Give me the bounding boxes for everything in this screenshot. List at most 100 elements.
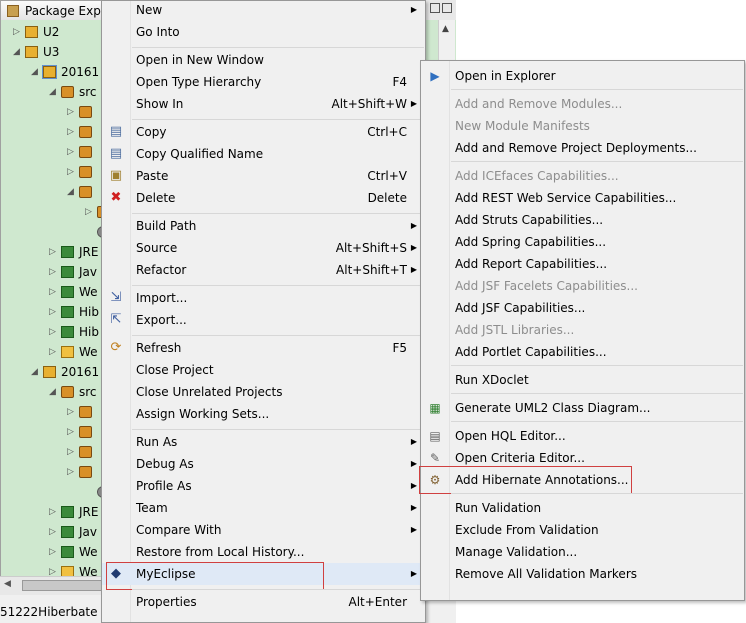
- submenu-item-add-spring-capabilities[interactable]: Add Spring Capabilities...: [421, 231, 744, 253]
- tree-item[interactable]: ▷ We: [1, 562, 103, 576]
- expand-icon[interactable]: ▷: [49, 522, 56, 542]
- menu-item-profile-as[interactable]: Profile As ▶: [102, 475, 425, 497]
- tree-item[interactable]: ▷ Jav: [1, 262, 103, 282]
- expand-icon[interactable]: ▷: [49, 282, 56, 302]
- expand-icon[interactable]: ▷: [49, 262, 56, 282]
- menu-item-show-in[interactable]: Show In Alt+Shift+W ▶: [102, 93, 425, 115]
- menu-item-myeclipse[interactable]: ◆ MyEclipse ▶: [102, 563, 425, 585]
- tree-item[interactable]: ▷ We: [1, 282, 103, 302]
- tree-item[interactable]: ▷ Hib: [1, 322, 103, 342]
- collapse-icon[interactable]: ◢: [13, 42, 20, 62]
- minimize-icon[interactable]: [430, 3, 440, 13]
- expand-icon[interactable]: ▷: [67, 142, 74, 162]
- tree-item[interactable]: ▷: [1, 142, 103, 162]
- menu-item-go-into[interactable]: Go Into: [102, 21, 425, 43]
- collapse-icon[interactable]: ◢: [67, 182, 74, 202]
- tree-item[interactable]: ◢ src: [1, 82, 103, 102]
- submenu-item-add-portlet-capabilities[interactable]: Add Portlet Capabilities...: [421, 341, 744, 363]
- tree-item[interactable]: [1, 482, 103, 502]
- collapse-icon[interactable]: ◢: [49, 82, 56, 102]
- menu-item-paste[interactable]: ▣ Paste Ctrl+V: [102, 165, 425, 187]
- submenu-item-generate-uml2-class-diagram[interactable]: ▦ Generate UML2 Class Diagram...: [421, 397, 744, 419]
- menu-item-run-as[interactable]: Run As ▶: [102, 431, 425, 453]
- expand-icon[interactable]: ▷: [49, 342, 56, 362]
- menu-item-open-type-hierarchy[interactable]: Open Type Hierarchy F4: [102, 71, 425, 93]
- submenu-item-exclude-from-validation[interactable]: Exclude From Validation: [421, 519, 744, 541]
- expand-icon[interactable]: ▷: [49, 242, 56, 262]
- menu-item-team[interactable]: Team ▶: [102, 497, 425, 519]
- menu-item-open-in-new-window[interactable]: Open in New Window: [102, 49, 425, 71]
- menu-item-restore-from-local-history[interactable]: Restore from Local History...: [102, 541, 425, 563]
- expand-icon[interactable]: ▷: [49, 322, 56, 342]
- tree-item[interactable]: ▷ Jav: [1, 522, 103, 542]
- expand-icon[interactable]: ▷: [49, 542, 56, 562]
- tree-item[interactable]: ▷ We: [1, 342, 103, 362]
- tree-item[interactable]: ▷ We: [1, 542, 103, 562]
- tree-item[interactable]: ▷: [1, 402, 103, 422]
- submenu-item-add-and-remove-project-deployments[interactable]: Add and Remove Project Deployments...: [421, 137, 744, 159]
- tree-item[interactable]: ▷: [1, 202, 103, 222]
- menu-item-compare-with[interactable]: Compare With ▶: [102, 519, 425, 541]
- collapse-icon[interactable]: ◢: [49, 382, 56, 402]
- submenu-item-add-report-capabilities[interactable]: Add Report Capabilities...: [421, 253, 744, 275]
- menu-item-debug-as[interactable]: Debug As ▶: [102, 453, 425, 475]
- expand-icon[interactable]: ▷: [49, 502, 56, 522]
- horizontal-scroll-thumb[interactable]: [22, 580, 102, 591]
- expand-icon[interactable]: ▷: [67, 442, 74, 462]
- expand-icon[interactable]: ▷: [67, 162, 74, 182]
- expand-icon[interactable]: ▷: [13, 22, 20, 42]
- tree-item[interactable]: ▷ JRE: [1, 242, 103, 262]
- menu-item-delete[interactable]: ✖ Delete Delete: [102, 187, 425, 209]
- maximize-icon[interactable]: [442, 3, 452, 13]
- tree-item[interactable]: ▷: [1, 422, 103, 442]
- tree-item[interactable]: ◢ 20161: [1, 62, 103, 82]
- expand-icon[interactable]: ▷: [67, 422, 74, 442]
- submenu-item-run-xdoclet[interactable]: Run XDoclet: [421, 369, 744, 391]
- expand-icon[interactable]: ▷: [67, 102, 74, 122]
- tree-item[interactable]: [1, 222, 103, 242]
- tree-item[interactable]: ▷ U2: [1, 22, 103, 42]
- tree-item[interactable]: ▷: [1, 162, 103, 182]
- tree-item[interactable]: ◢: [1, 182, 103, 202]
- expand-icon[interactable]: ▷: [67, 462, 74, 482]
- collapse-icon[interactable]: ◢: [31, 62, 38, 82]
- submenu-item-add-hibernate-annotations[interactable]: ⚙ Add Hibernate Annotations...: [421, 469, 744, 491]
- expand-icon[interactable]: ▷: [49, 562, 56, 576]
- submenu-item-add-struts-capabilities[interactable]: Add Struts Capabilities...: [421, 209, 744, 231]
- menu-item-copy-qualified-name[interactable]: ▤ Copy Qualified Name: [102, 143, 425, 165]
- submenu-item-add-rest-web-service-capabilities[interactable]: Add REST Web Service Capabilities...: [421, 187, 744, 209]
- submenu-item-run-validation[interactable]: Run Validation: [421, 497, 744, 519]
- menu-item-properties[interactable]: Properties Alt+Enter: [102, 591, 425, 613]
- menu-item-build-path[interactable]: Build Path ▶: [102, 215, 425, 237]
- menu-item-copy[interactable]: ▤ Copy Ctrl+C: [102, 121, 425, 143]
- scroll-left-icon[interactable]: ◀: [4, 579, 11, 589]
- tree-item[interactable]: ▷ JRE: [1, 502, 103, 522]
- menu-item-source[interactable]: Source Alt+Shift+S ▶: [102, 237, 425, 259]
- submenu-item-open-in-explorer[interactable]: ▶ Open in Explorer: [421, 65, 744, 87]
- tree-item[interactable]: ▷: [1, 102, 103, 122]
- expand-icon[interactable]: ▷: [85, 202, 92, 222]
- expand-icon[interactable]: ▷: [67, 122, 74, 142]
- tree-item[interactable]: ▷: [1, 122, 103, 142]
- menu-item-import[interactable]: ⇲ Import...: [102, 287, 425, 309]
- expand-icon[interactable]: ▷: [67, 402, 74, 422]
- collapse-icon[interactable]: ◢: [31, 362, 38, 382]
- submenu-item-remove-all-validation-markers[interactable]: Remove All Validation Markers: [421, 563, 744, 585]
- submenu-item-open-hql-editor[interactable]: ▤ Open HQL Editor...: [421, 425, 744, 447]
- menu-item-assign-working-sets[interactable]: Assign Working Sets...: [102, 403, 425, 425]
- menu-item-close-unrelated-projects[interactable]: Close Unrelated Projects: [102, 381, 425, 403]
- menu-item-export[interactable]: ⇱ Export...: [102, 309, 425, 331]
- menu-item-refactor[interactable]: Refactor Alt+Shift+T ▶: [102, 259, 425, 281]
- menu-item-close-project[interactable]: Close Project: [102, 359, 425, 381]
- package-explorer-tab[interactable]: Package Exp: [0, 0, 110, 20]
- tree-item[interactable]: ▷: [1, 442, 103, 462]
- submenu-item-open-criteria-editor[interactable]: ✎ Open Criteria Editor...: [421, 447, 744, 469]
- menu-item-refresh[interactable]: ⟳ Refresh F5: [102, 337, 425, 359]
- tree-item[interactable]: ◢ 20161: [1, 362, 103, 382]
- tree-item[interactable]: ▷: [1, 462, 103, 482]
- menu-item-new[interactable]: New ▶: [102, 0, 425, 21]
- tree-item[interactable]: ◢ src: [1, 382, 103, 402]
- tree-item[interactable]: ◢ U3: [1, 42, 103, 62]
- tree-item[interactable]: ▷ Hib: [1, 302, 103, 322]
- submenu-item-add-jsf-capabilities[interactable]: Add JSF Capabilities...: [421, 297, 744, 319]
